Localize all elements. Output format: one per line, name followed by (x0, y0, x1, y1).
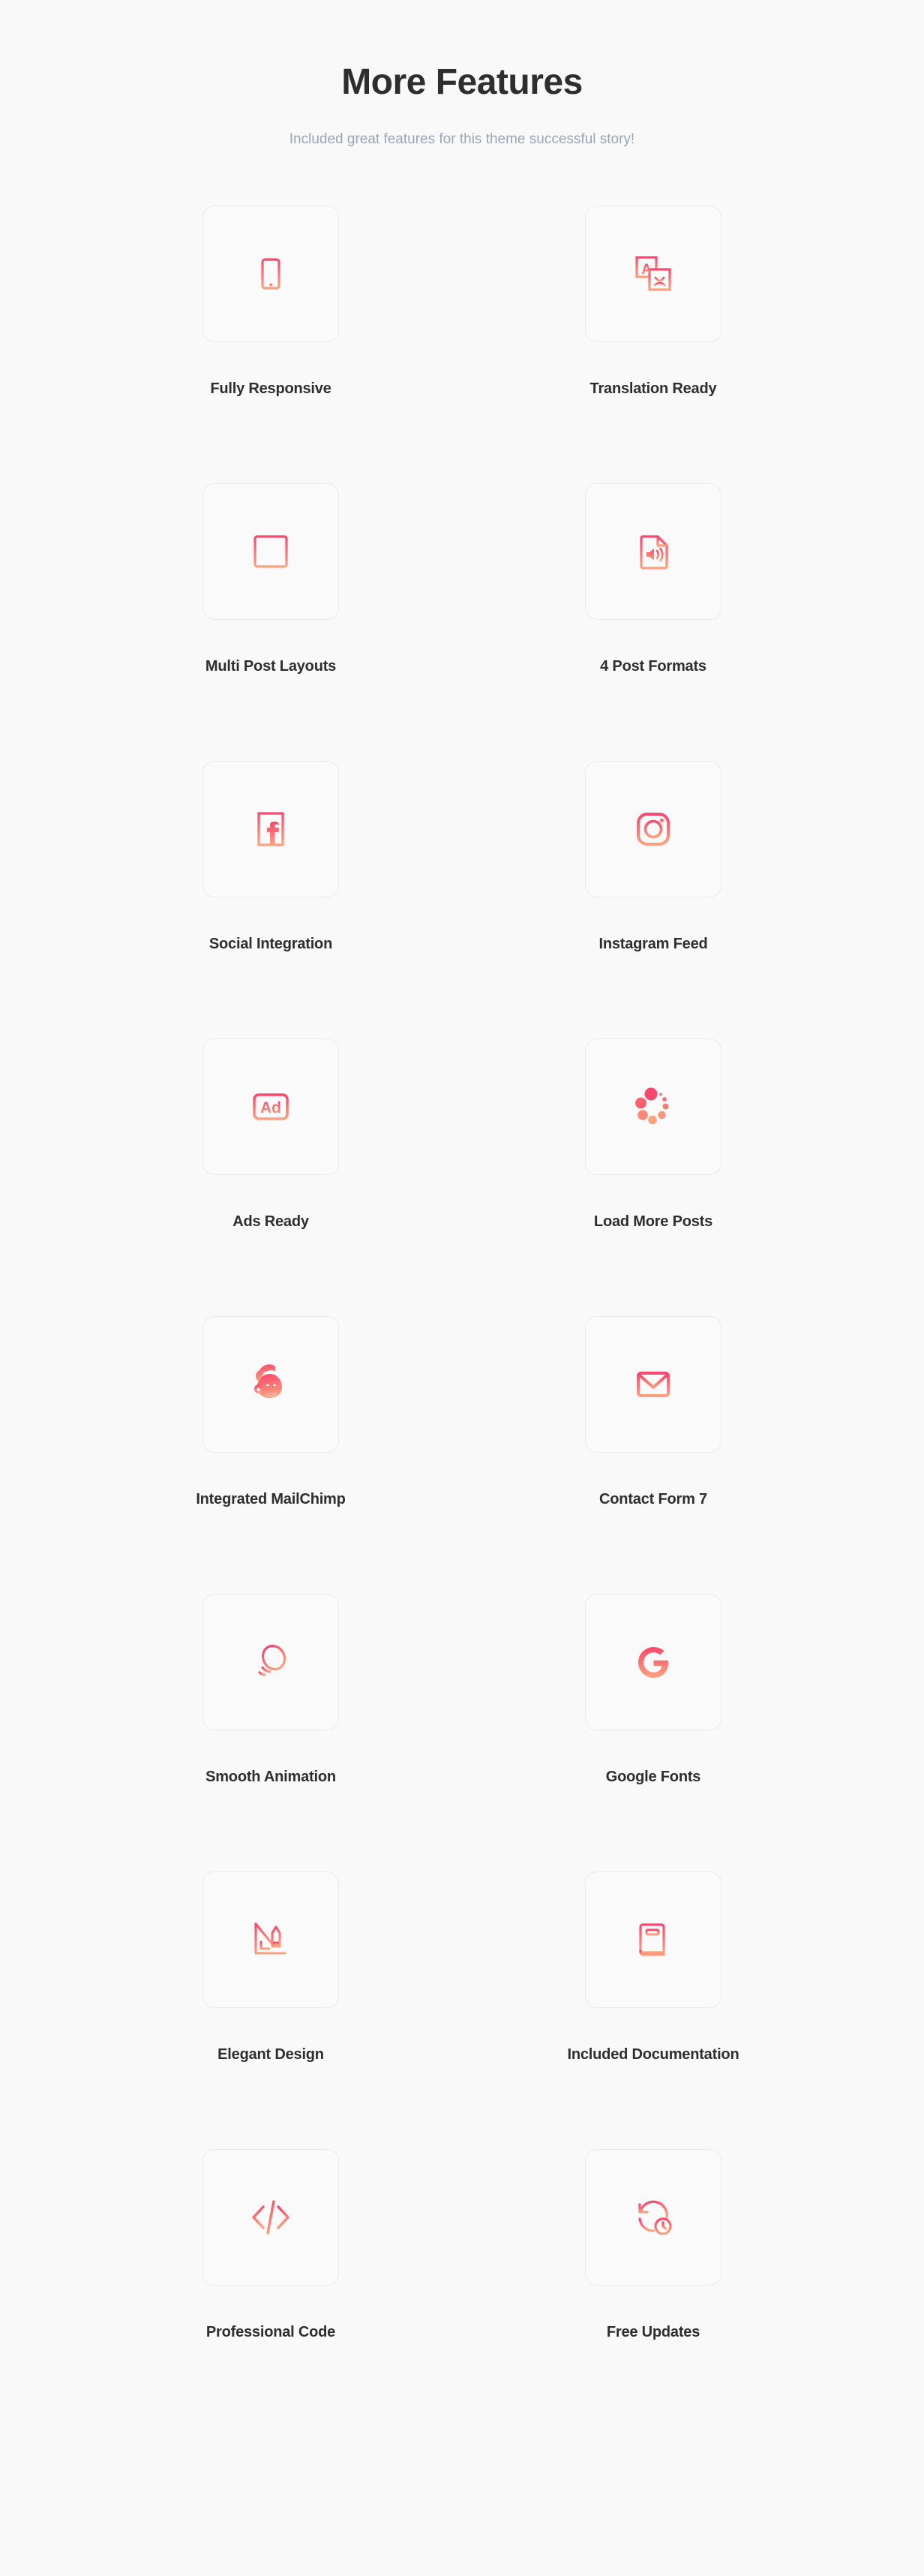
feature-label: Contact Form 7 (599, 1491, 707, 1508)
history-clock-icon (630, 2194, 676, 2241)
feature-label: Instagram Feed (598, 936, 708, 953)
motion-trail-icon (248, 1639, 294, 1685)
icon-box: A (585, 206, 722, 343)
feature-item-load-more-posts[interactable]: Load More Posts (462, 1039, 844, 1316)
feature-item-contact-form-7[interactable]: Contact Form 7 (462, 1316, 844, 1594)
feature-item-social-integration[interactable]: Social Integration (80, 761, 462, 1039)
feature-label: Free Updates (606, 2324, 700, 2341)
feature-label: Integrated MailChimp (196, 1491, 346, 1508)
ad-badge-icon: Ad (248, 1084, 294, 1130)
instagram-icon (631, 807, 676, 852)
mailchimp-icon (248, 1361, 294, 1408)
feature-label: Multi Post Layouts (205, 658, 337, 675)
feature-item-instagram-feed[interactable]: Instagram Feed (462, 761, 844, 1039)
svg-text:Ad: Ad (260, 1099, 281, 1117)
feature-label: Smooth Animation (206, 1769, 336, 1786)
icon-box (202, 2149, 339, 2286)
icon-box: Ad (202, 1039, 339, 1176)
feature-item-google-fonts[interactable]: Google Fonts (462, 1594, 844, 1871)
icon-box (585, 1316, 722, 1453)
feature-item-translation-ready[interactable]: A Translation Ready (462, 206, 844, 483)
feature-label: Load More Posts (593, 1213, 713, 1231)
feature-item-included-documentation[interactable]: Included Documentation (462, 1871, 844, 2149)
feature-label: Google Fonts (605, 1769, 701, 1786)
translate-icon: A (630, 251, 676, 297)
mobile-phone-icon (249, 252, 292, 296)
icon-box (585, 1594, 722, 1731)
feature-item-professional-code[interactable]: Professional Code (80, 2149, 462, 2427)
feature-label: Social Integration (208, 936, 333, 953)
icon-box (202, 1316, 339, 1453)
feature-item-free-updates[interactable]: Free Updates (462, 2149, 844, 2427)
feature-item-integrated-mailchimp[interactable]: Integrated MailChimp (80, 1316, 462, 1594)
icon-box (585, 2149, 722, 2286)
features-grid: Fully Responsive A Translation Ready Mul… (80, 149, 844, 2427)
section-header: More Features Included great features fo… (0, 0, 924, 149)
icon-box (585, 1039, 722, 1176)
feature-label: Translation Ready (590, 380, 717, 398)
feature-item-elegant-design[interactable]: Elegant Design (80, 1871, 462, 2149)
envelope-icon (631, 1362, 676, 1407)
ruler-pencil-icon (248, 1916, 294, 1963)
feature-item-4-post-formats[interactable]: 4 Post Formats (462, 483, 844, 761)
icon-box (202, 206, 339, 343)
feature-item-multi-post-layouts[interactable]: Multi Post Layouts (80, 483, 462, 761)
icon-box (202, 1871, 339, 2009)
feature-label: Professional Code (206, 2324, 336, 2341)
icon-box (202, 761, 339, 898)
page-subtitle: Included great features for this theme s… (289, 131, 635, 147)
feature-label: Ads Ready (232, 1213, 309, 1231)
feature-label: Included Documentation (567, 2046, 740, 2064)
code-brackets-icon (247, 2193, 295, 2241)
feature-item-ads-ready[interactable]: Ad Ads Ready (80, 1039, 462, 1316)
svg-text:A: A (641, 262, 652, 278)
feature-item-fully-responsive[interactable]: Fully Responsive (80, 206, 462, 483)
page-title: More Features (341, 62, 583, 102)
newspaper-layout-icon (248, 528, 294, 575)
google-g-icon (631, 1640, 676, 1685)
icon-box (585, 761, 722, 898)
feature-label: 4 Post Formats (600, 658, 706, 675)
feature-item-smooth-animation[interactable]: Smooth Animation (80, 1594, 462, 1871)
audio-document-icon (632, 530, 675, 573)
book-icon (632, 1918, 675, 1961)
icon-box (585, 1871, 722, 2009)
more-features-section: More Features Included great features fo… (0, 0, 924, 2576)
icon-box (202, 483, 339, 621)
loading-spinner-icon (630, 1084, 676, 1130)
icon-box (202, 1594, 339, 1731)
facebook-icon (248, 807, 293, 852)
feature-label: Elegant Design (218, 2046, 324, 2064)
icon-box (585, 483, 722, 621)
feature-label: Fully Responsive (210, 380, 332, 398)
